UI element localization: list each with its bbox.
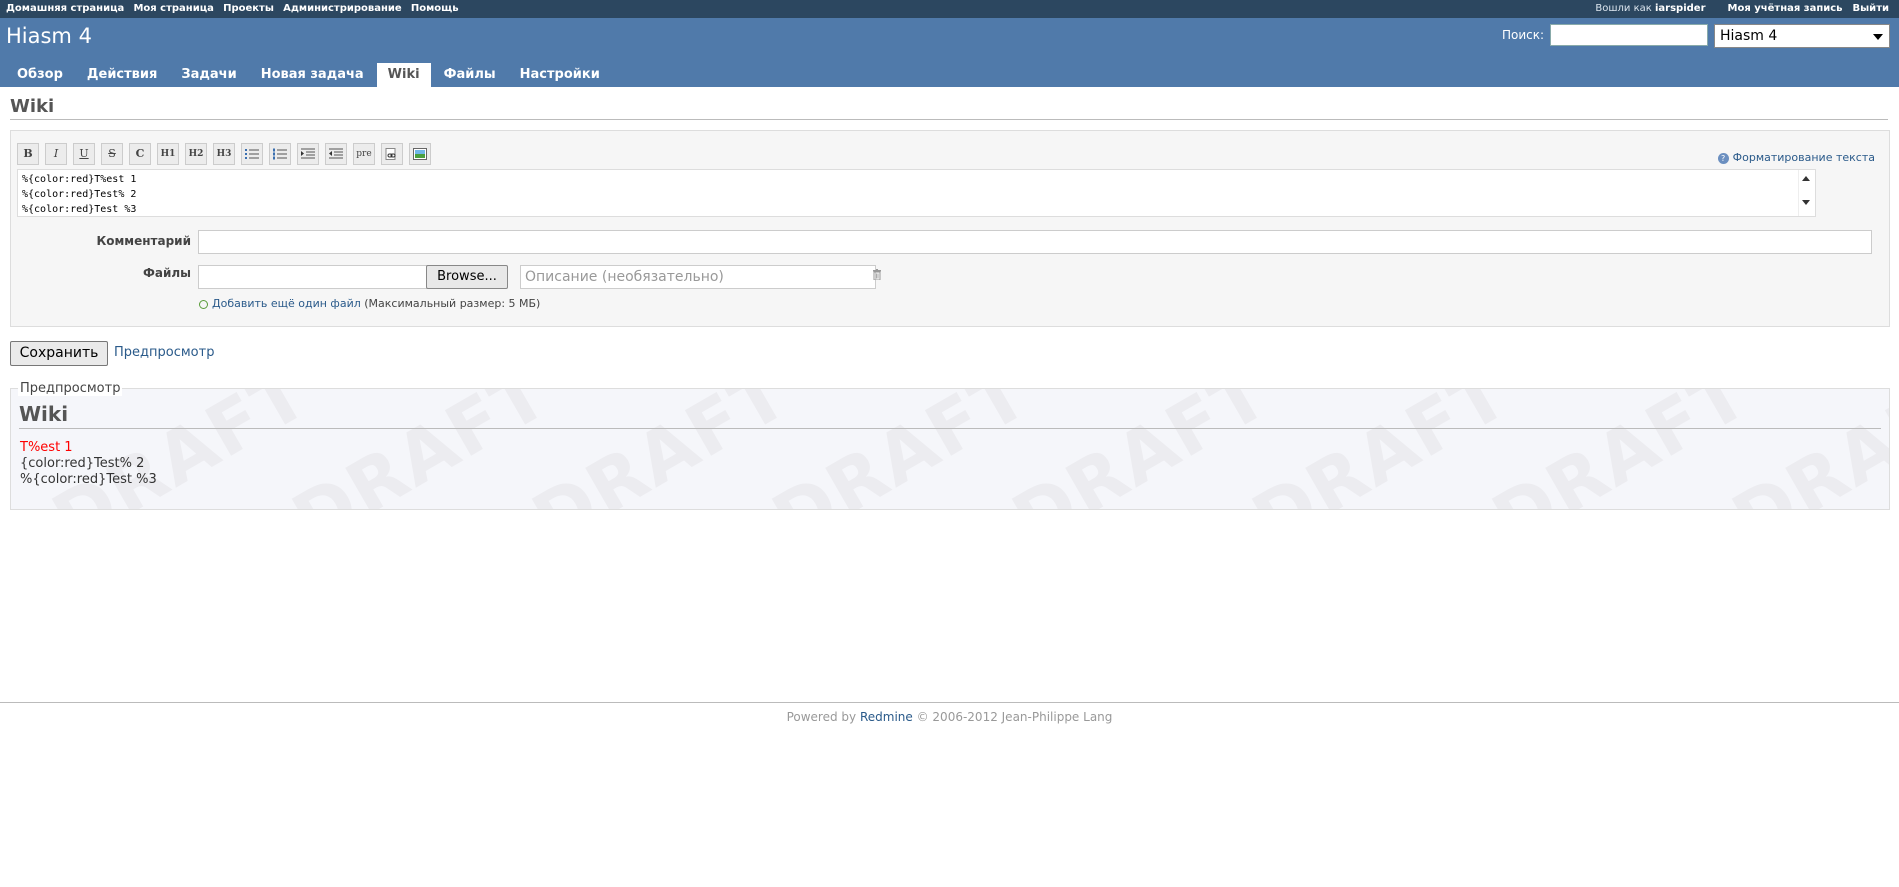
tab-overview[interactable]: Обзор [6, 63, 74, 87]
file-path-input[interactable] [198, 265, 428, 289]
strikethrough-button[interactable]: S [101, 143, 123, 165]
code-button[interactable]: C [129, 143, 151, 165]
top-menu: Домашняя страница Моя страница Проекты А… [0, 0, 1899, 18]
redmine-link[interactable]: Redmine [860, 710, 913, 724]
unordered-list-icon [245, 149, 259, 159]
image-icon [413, 148, 427, 160]
files-label: Файлы [142, 266, 191, 280]
tab-wiki[interactable]: Wiki [376, 63, 431, 87]
account-links: Вошли как iarspider Моя учётная запись Вый… [1595, 3, 1889, 14]
image-button[interactable] [409, 143, 431, 165]
top-menu-home[interactable]: Домашняя страница [6, 3, 124, 14]
preview-line: T%est 1 [20, 440, 73, 455]
preview-heading: Wiki [19, 402, 1881, 429]
preview-content: T%est 1 {color:red}Test% 2 %{color:red}T… [20, 440, 157, 488]
preview-line: %{color:red}Test %3 [20, 472, 157, 487]
tab-activity[interactable]: Действия [76, 63, 168, 87]
preformatted-button[interactable]: pre [353, 143, 375, 165]
powered-by-text: Powered by [786, 710, 857, 724]
editor-scrollbar[interactable] [1798, 170, 1815, 216]
top-menu-administration[interactable]: Администрирование [283, 3, 402, 14]
browse-button[interactable]: Browse... [426, 265, 508, 289]
preview-panel: DRAFT DRAFT DRAFT DRAFT DRAFT DRAFT DRAF… [10, 388, 1890, 510]
indent-button[interactable] [297, 143, 319, 165]
add-icon [199, 299, 208, 309]
editor-line-2: %{color:red}Test% 2 [22, 189, 137, 200]
editor-line-1: %{color:red}T%est 1 [22, 174, 137, 185]
heading3-button[interactable]: H3 [213, 143, 235, 165]
link-icon [385, 148, 396, 160]
add-file-row: Добавить ещё один файл (Максимальный раз… [199, 297, 540, 310]
trash-icon[interactable] [872, 269, 882, 280]
editor-line-3: %{color:red}Test %3 [22, 204, 137, 215]
tab-new-issue[interactable]: Новая задача [250, 63, 375, 87]
header: Hiasm 4 Поиск: Hiasm 4 Обзор Действия За… [0, 18, 1899, 87]
add-another-file-link[interactable]: Добавить ещё один файл [212, 297, 361, 310]
top-menu-links: Домашняя страница Моя страница Проекты А… [6, 3, 465, 14]
project-jump-select[interactable]: Hiasm 4 [1714, 24, 1890, 48]
indent-icon [301, 148, 315, 159]
top-menu-help[interactable]: Помощь [411, 3, 459, 14]
logout-link[interactable]: Выйти [1853, 3, 1889, 14]
file-description-input[interactable]: Описание (необязательно) [520, 265, 876, 289]
ordered-list-icon [273, 148, 287, 160]
outdent-icon [329, 148, 343, 159]
preview-link[interactable]: Предпросмотр [114, 345, 214, 360]
heading1-button[interactable]: H1 [157, 143, 179, 165]
copyright-text: © 2006-2012 Jean-Philippe Lang [916, 710, 1113, 724]
max-size-hint: (Максимальный размер: 5 МБ) [364, 297, 541, 310]
logged-in-label: Вошли как [1595, 3, 1652, 14]
comment-input[interactable] [198, 230, 1872, 254]
help-icon: ? [1717, 152, 1729, 164]
username[interactable]: iarspider [1655, 3, 1706, 14]
outdent-button[interactable] [325, 143, 347, 165]
text-formatting-help-link[interactable]: ? Форматирование текста [1717, 151, 1875, 164]
main-menu: Обзор Действия Задачи Новая задача Wiki … [6, 63, 613, 87]
logged-in-as: Вошли как iarspider [1595, 3, 1705, 14]
preview-legend: Предпросмотр [18, 381, 123, 396]
scroll-up-icon[interactable] [1802, 176, 1810, 181]
format-help-label: Форматирование текста [1732, 151, 1875, 164]
wiki-link-button[interactable] [381, 143, 403, 165]
page-title: Wiki [10, 96, 1888, 120]
unordered-list-button[interactable] [241, 143, 263, 165]
project-select-value: Hiasm 4 [1720, 28, 1778, 44]
italic-button[interactable]: I [45, 143, 67, 165]
tab-settings[interactable]: Настройки [509, 63, 611, 87]
bold-button[interactable]: B [17, 143, 39, 165]
save-button[interactable]: Сохранить [10, 341, 108, 366]
chevron-down-icon [1873, 34, 1883, 40]
wiki-edit-box: B I U S C H1 H2 H3 pre ? Форматирование … [10, 130, 1890, 327]
underline-button[interactable]: U [73, 143, 95, 165]
top-menu-my-page[interactable]: Моя страница [133, 3, 213, 14]
footer: Powered by Redmine © 2006-2012 Jean-Phil… [0, 702, 1899, 724]
tab-issues[interactable]: Задачи [170, 63, 247, 87]
search-input[interactable] [1550, 24, 1708, 46]
wiki-text-editor[interactable]: %{color:red}T%est 1 %{color:red}Test% 2 … [17, 169, 1816, 217]
heading2-button[interactable]: H2 [185, 143, 207, 165]
editor-toolbar: B I U S C H1 H2 H3 pre [17, 143, 437, 165]
project-title[interactable]: Hiasm 4 [6, 24, 92, 48]
top-menu-projects[interactable]: Проекты [223, 3, 274, 14]
ordered-list-button[interactable] [269, 143, 291, 165]
my-account-link[interactable]: Моя учётная запись [1728, 3, 1843, 14]
tab-files[interactable]: Файлы [433, 63, 507, 87]
scroll-down-icon[interactable] [1802, 200, 1810, 205]
comment-label: Комментарий [96, 234, 191, 248]
search-label: Поиск: [1502, 28, 1545, 42]
preview-line: {color:red}Test% 2 [20, 456, 145, 471]
